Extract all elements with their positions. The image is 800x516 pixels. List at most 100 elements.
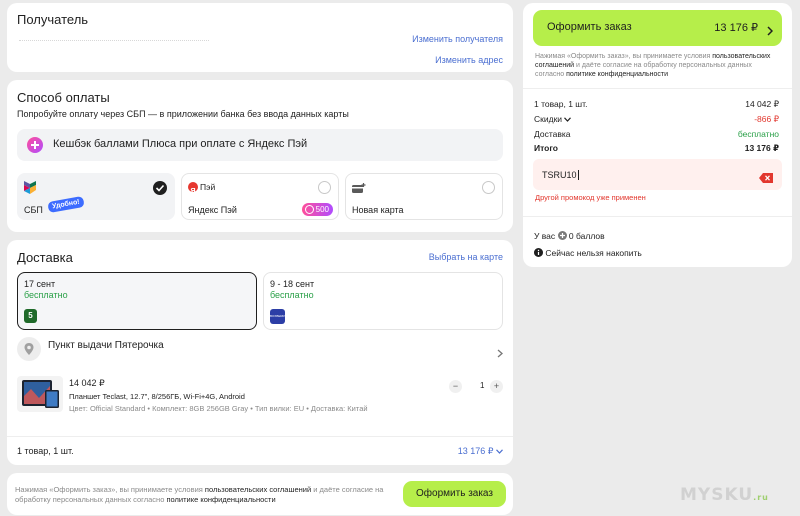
product-row: 14 042 ₽ Планшет Teclast, 12.7", 8/256ГБ… bbox=[17, 376, 503, 422]
new-card-radio[interactable] bbox=[482, 181, 495, 194]
bottom-consent-line-2: обработку персональных данных согласно п… bbox=[15, 495, 276, 504]
info-icon[interactable] bbox=[534, 248, 543, 257]
card-plus-icon bbox=[352, 181, 366, 199]
tablet-image-icon[interactable] bbox=[17, 376, 63, 412]
change-recipient-link[interactable]: Изменить получателя bbox=[412, 34, 503, 44]
choose-on-map-link[interactable]: Выбрать на карте bbox=[429, 252, 503, 262]
summary-user-agreements-link[interactable]: пользовательских bbox=[712, 53, 770, 60]
bottom-consent-text-3: обработку персональных данных согласно bbox=[15, 495, 165, 504]
new-card-label: Новая карта bbox=[352, 205, 404, 215]
sbp-logo-icon bbox=[24, 181, 36, 199]
plus-badge-icon bbox=[304, 205, 314, 214]
boxberry-logo-icon: BOXBERRY bbox=[270, 309, 285, 324]
chevron-down-icon bbox=[564, 114, 572, 124]
plus-icon bbox=[27, 137, 43, 153]
quantity-increase-button[interactable]: + bbox=[490, 380, 503, 393]
yandex-pay-logo-text: Пэй bbox=[200, 182, 216, 192]
promo-code-error: Другой промокод уже применен bbox=[535, 193, 646, 202]
product-name[interactable]: Планшет Teclast, 12.7", 8/256ГБ, Wi-Fi+4… bbox=[69, 392, 245, 401]
bottom-checkout-bar: Нажимая «Оформить заказ», вы принимаете … bbox=[7, 473, 513, 515]
yandex-pay-radio[interactable] bbox=[318, 181, 331, 194]
payment-title: Способ оплаты bbox=[17, 90, 110, 105]
summary-consent-text-2: и даёте согласие на обработку персональн… bbox=[576, 62, 752, 69]
summary-items-value: 14 042 ₽ bbox=[745, 99, 779, 109]
yandex-pay-bonus-badge: 500 bbox=[301, 203, 333, 216]
recipient-hidden-line bbox=[19, 40, 209, 41]
summary-divider-2 bbox=[523, 216, 792, 217]
payment-option-sbp[interactable]: СБП Удобно! bbox=[17, 173, 175, 220]
summary-divider-1 bbox=[523, 88, 792, 89]
delivery-card: Доставка Выбрать на карте 17 сент беспла… bbox=[7, 240, 513, 465]
location-pin-icon bbox=[17, 337, 41, 361]
yandex-pay-logo-icon: Я bbox=[188, 182, 198, 195]
summary-discounts-toggle[interactable]: Скидки bbox=[534, 114, 572, 124]
points-prefix: У вас bbox=[534, 231, 556, 241]
product-price: 14 042 ₽ bbox=[69, 378, 105, 388]
summary-consent-text-1: Нажимая «Оформить заказ», вы принимаете … bbox=[535, 53, 711, 60]
chevron-down-icon bbox=[496, 446, 503, 456]
summary-discounts-label: Скидки bbox=[534, 114, 563, 124]
summary-total-value: 13 176 ₽ bbox=[744, 143, 779, 153]
yandex-pay-bonus: 500 bbox=[315, 205, 329, 214]
delivery-title: Доставка bbox=[17, 250, 73, 265]
delivery-option-1[interactable]: 17 сент бесплатно 5 bbox=[17, 272, 257, 330]
checkout-button-total: 13 176 ₽ bbox=[714, 22, 758, 34]
bottom-checkout-button-label: Оформить заказ bbox=[416, 488, 493, 499]
payment-option-yandex-pay[interactable]: Я Пэй Яндекс Пэй 500 bbox=[181, 173, 339, 220]
yandex-pay-label: Яндекс Пэй bbox=[188, 205, 237, 215]
chevron-right-icon bbox=[767, 23, 774, 41]
summary-privacy-policy-link[interactable]: политике конфиденциальности bbox=[566, 71, 668, 78]
delivery-date-2: 9 - 18 сент bbox=[270, 279, 315, 289]
pyaterochka-logo-icon: 5 bbox=[24, 309, 37, 323]
points-suffix: 0 баллов bbox=[568, 231, 605, 241]
watermark-text: MYSKU bbox=[680, 485, 754, 505]
delivery-date-1: 17 сент bbox=[24, 279, 56, 289]
bottom-consent-text-2: и даёте согласие на bbox=[313, 485, 384, 494]
mysku-watermark: MYSKU.ru bbox=[680, 485, 769, 505]
chevron-right-icon bbox=[497, 345, 503, 363]
payment-card: Способ оплаты Попробуйте оплату через СБ… bbox=[7, 80, 513, 232]
bottom-checkout-button[interactable]: Оформить заказ bbox=[403, 481, 506, 507]
bottom-consent-line-1: Нажимая «Оформить заказ», вы принимаете … bbox=[15, 485, 383, 494]
bottom-consent-text-1: Нажимая «Оформить заказ», вы принимаете … bbox=[15, 485, 203, 494]
delivery-price-1: бесплатно bbox=[24, 290, 68, 300]
summary-discounts-value: -866 ₽ bbox=[754, 114, 779, 124]
user-agreements-link[interactable]: пользовательских соглашений bbox=[205, 485, 311, 494]
selected-check-icon bbox=[153, 181, 167, 195]
promo-code-input[interactable]: TSRU10 bbox=[542, 170, 579, 180]
summary-items-label: 1 товар, 1 шт. bbox=[534, 99, 588, 109]
pickup-point-label: Пункт выдачи Пятерочка bbox=[48, 340, 164, 351]
summary-consent-line-1: Нажимая «Оформить заказ», вы принимаете … bbox=[535, 53, 770, 60]
delivery-option-2[interactable]: 9 - 18 сент бесплатно BOXBERRY bbox=[263, 272, 503, 330]
summary-delivery-value: бесплатно bbox=[737, 129, 779, 139]
promo-code-field[interactable]: TSRU10 bbox=[533, 159, 782, 190]
privacy-policy-link[interactable]: политике конфиденциальности bbox=[166, 495, 275, 504]
quantity-value[interactable]: 1 bbox=[480, 381, 484, 390]
summary-total-label: Итого bbox=[534, 143, 558, 153]
points-note-text: Сейчас нельзя накопить bbox=[545, 248, 642, 258]
watermark-suffix: .ru bbox=[753, 493, 769, 502]
plus-points-icon bbox=[557, 231, 567, 240]
delivery-price-2: бесплатно bbox=[270, 290, 314, 300]
change-address-link[interactable]: Изменить адрес bbox=[435, 55, 503, 65]
sbp-badge: Удобно! bbox=[47, 195, 85, 214]
pickup-point-row[interactable]: Пункт выдачи Пятерочка bbox=[17, 337, 503, 365]
points-balance: У вас 0 баллов bbox=[534, 231, 605, 241]
summary-user-agreements-link-2[interactable]: соглашений bbox=[535, 62, 574, 69]
cashback-banner[interactable]: Кешбэк баллами Плюса при оплате с Яндекс… bbox=[17, 129, 503, 161]
delivery-footer-total-value: 13 176 ₽ bbox=[457, 446, 494, 456]
delivery-footer-total[interactable]: 13 176 ₽ bbox=[458, 446, 503, 457]
payment-option-new-card[interactable]: Новая карта bbox=[345, 173, 503, 220]
checkout-button[interactable]: Оформить заказ 13 176 ₽ bbox=[533, 10, 782, 46]
summary-consent-text-3: согласно bbox=[535, 71, 565, 78]
clear-input-icon[interactable] bbox=[759, 170, 773, 188]
sbp-label: СБП bbox=[24, 205, 43, 215]
svg-text:Я: Я bbox=[191, 188, 196, 195]
cashback-text: Кешбэк баллами Плюса при оплате с Яндекс… bbox=[53, 138, 308, 150]
delivery-footer-count: 1 товар, 1 шт. bbox=[17, 446, 74, 456]
delivery-divider bbox=[7, 436, 513, 437]
order-summary-card: Оформить заказ 13 176 ₽ Нажимая «Оформит… bbox=[523, 3, 792, 267]
product-specs: Цвет: Official Standard • Комплект: 8GB … bbox=[69, 404, 368, 413]
quantity-decrease-button[interactable]: − bbox=[449, 380, 462, 393]
summary-delivery-label: Доставка bbox=[534, 129, 571, 139]
